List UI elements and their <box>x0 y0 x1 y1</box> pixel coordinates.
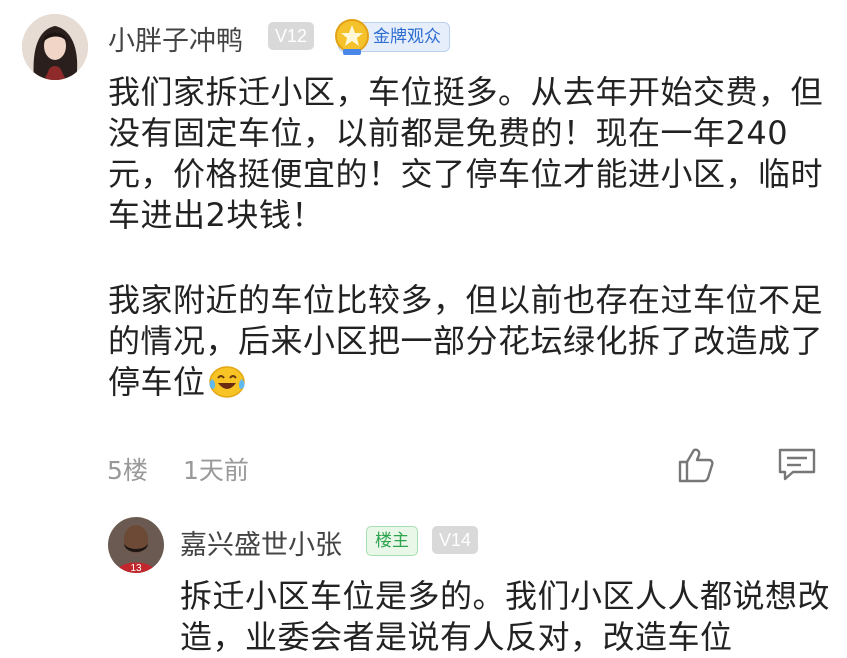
level-badge: V14 <box>432 526 479 554</box>
avatar[interactable] <box>22 14 88 80</box>
comment-paragraph: 我们家拆迁小区，车位挺多。从去年开始交费，但没有固定车位，以前都是免费的！现在一… <box>108 73 824 234</box>
host-badge: 楼主 <box>366 526 418 556</box>
avatar[interactable]: 13 <box>108 517 164 573</box>
level-badge: V12 <box>268 22 315 50</box>
svg-text:13: 13 <box>130 563 142 573</box>
comment-time: 1天前 <box>183 456 249 485</box>
fan-badge: 金牌观众 <box>335 19 450 55</box>
like-icon[interactable] <box>676 445 716 485</box>
username[interactable]: 嘉兴盛世小张 <box>180 523 342 562</box>
laughing-tears-emoji <box>208 363 246 409</box>
medal-icon <box>335 19 369 55</box>
comment-paragraph: 我家附近的车位比较多，但以前也存在过车位不足的情况，后来小区把一部分花坛绿化拆了… <box>108 280 838 409</box>
fan-badge-label: 金牌观众 <box>373 27 441 47</box>
reply-icon[interactable] <box>777 447 817 483</box>
username[interactable]: 小胖子冲鸭 <box>108 19 243 58</box>
reply-item: 13 嘉兴盛世小张 楼主 V14 拆迁小区车位是多的。我们小区人人都说想改造，业… <box>0 500 847 656</box>
reply-text: 拆迁小区车位是多的。我们小区人人都说想改造，业委会者是说有人反对，改造车位 <box>180 577 831 656</box>
floor-number: 5楼 <box>107 456 148 485</box>
comment-item: 小胖子冲鸭 V12 金牌观众 我们家拆迁小区，车位挺多。从去年开始交费，但没有固… <box>0 0 847 500</box>
